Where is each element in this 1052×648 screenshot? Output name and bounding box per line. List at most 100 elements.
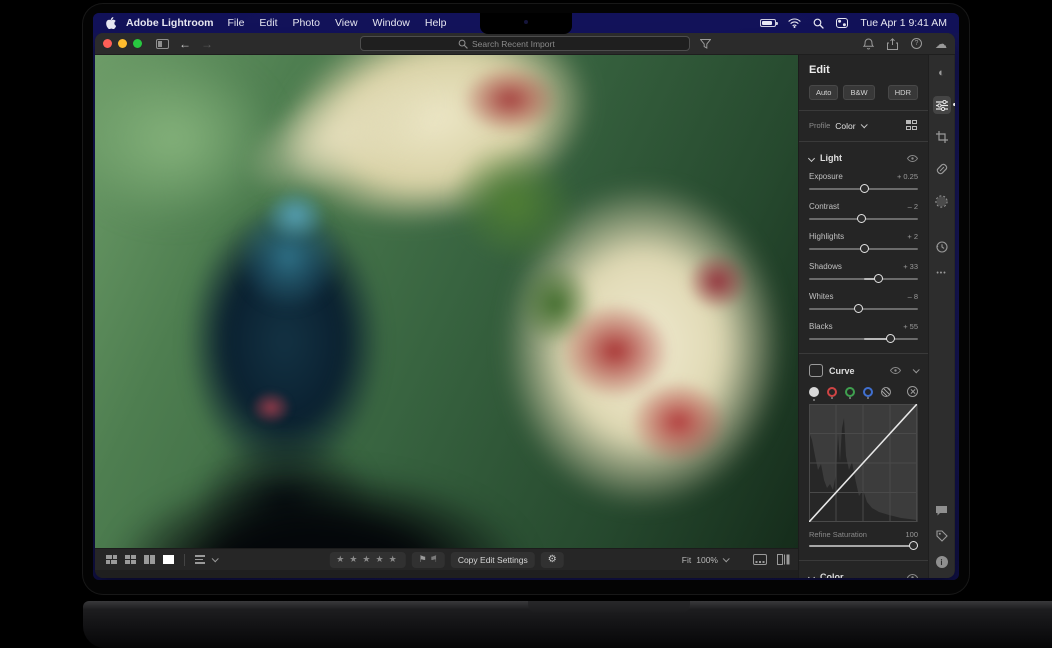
- bw-button[interactable]: B&W: [843, 85, 874, 100]
- view-toggles: [753, 554, 790, 565]
- curve-channel-all[interactable]: [881, 387, 891, 397]
- divider: [799, 141, 928, 142]
- slider-thumb[interactable]: [854, 304, 863, 313]
- filter-icon[interactable]: [700, 39, 711, 49]
- refine-saturation-slider[interactable]: [809, 541, 918, 550]
- wifi-icon[interactable]: [788, 18, 801, 28]
- tone-curve-graph[interactable]: [809, 404, 918, 522]
- curve-channel-blue[interactable]: [863, 387, 873, 397]
- star-rating[interactable]: ★ ★ ★ ★ ★: [329, 552, 405, 568]
- menu-help[interactable]: Help: [425, 17, 447, 29]
- spotlight-search-icon[interactable]: [813, 18, 824, 29]
- color-section-header[interactable]: Color: [809, 572, 918, 578]
- lightroom-window: ← → ? ☁: [95, 33, 955, 578]
- window-titlebar: ← → ? ☁: [95, 33, 955, 55]
- menu-photo[interactable]: Photo: [293, 17, 320, 29]
- curve-reset-icon[interactable]: [907, 386, 918, 397]
- sort-icon[interactable]: [195, 555, 205, 564]
- curve-visibility-eye-icon[interactable]: [890, 367, 901, 374]
- blacks-slider[interactable]: [809, 334, 918, 343]
- pick-flag-icon[interactable]: ⚑: [419, 554, 427, 565]
- back-button[interactable]: ←: [179, 38, 191, 50]
- help-icon[interactable]: ?: [911, 38, 922, 49]
- contrast-slider[interactable]: [809, 214, 918, 223]
- browse-profiles-icon[interactable]: [906, 120, 918, 131]
- auto-button[interactable]: Auto: [809, 85, 838, 100]
- light-section-header[interactable]: Light: [809, 153, 918, 163]
- versions-button[interactable]: [933, 238, 951, 256]
- minimize-window-button[interactable]: [118, 39, 127, 48]
- star-icon[interactable]: ★: [362, 554, 372, 565]
- slider-thumb[interactable]: [909, 541, 918, 550]
- slider-thumb[interactable]: [860, 244, 869, 253]
- hdr-button[interactable]: HDR: [888, 85, 918, 100]
- photo-grid-view-icon[interactable]: [105, 555, 117, 565]
- masking-tool-button[interactable]: [933, 192, 951, 210]
- forward-button[interactable]: →: [201, 38, 213, 50]
- comments-icon[interactable]: [935, 505, 948, 516]
- slider-shadows: Shadows+ 33: [809, 262, 918, 283]
- profile-chevron-icon[interactable]: [860, 121, 867, 128]
- settings-gear-button[interactable]: ⚙: [541, 552, 564, 568]
- main-content: ★ ★ ★ ★ ★ ⚑ ⚑ Copy Edit Sett: [95, 55, 955, 578]
- copy-edit-settings-button[interactable]: Copy Edit Settings: [451, 552, 535, 568]
- zoom-window-button[interactable]: [133, 39, 142, 48]
- battery-icon[interactable]: [760, 19, 776, 27]
- zoom-chevron-icon[interactable]: [723, 555, 730, 562]
- apple-logo-icon[interactable]: [105, 17, 116, 29]
- search-input[interactable]: [472, 39, 592, 49]
- fit-label[interactable]: Fit: [682, 555, 691, 565]
- detail-view-icon[interactable]: [162, 555, 174, 565]
- info-icon[interactable]: i: [936, 556, 948, 568]
- adjust-tool-button[interactable]: ◐: [933, 64, 951, 82]
- slider-thumb[interactable]: [860, 184, 869, 193]
- menu-window[interactable]: Window: [373, 17, 410, 29]
- curve-channel-green[interactable]: [845, 387, 855, 397]
- control-center-icon[interactable]: [836, 18, 848, 28]
- sort-chevron-icon[interactable]: [212, 555, 219, 562]
- zoom-percent[interactable]: 100%: [696, 555, 718, 565]
- whites-slider[interactable]: [809, 304, 918, 313]
- keyword-tag-icon[interactable]: [936, 530, 948, 542]
- shadows-slider[interactable]: [809, 274, 918, 283]
- compare-view-icon[interactable]: [143, 555, 155, 565]
- profile-value[interactable]: Color: [835, 121, 855, 131]
- close-window-button[interactable]: [103, 39, 112, 48]
- refine-saturation-row: Refine Saturation 100: [809, 530, 918, 539]
- reject-flag-icon[interactable]: ⚑: [430, 554, 438, 565]
- curve-histogram: [809, 404, 917, 522]
- healing-tool-button[interactable]: [933, 160, 951, 178]
- menu-edit[interactable]: Edit: [259, 17, 277, 29]
- share-icon[interactable]: [887, 38, 898, 50]
- menu-view[interactable]: View: [335, 17, 358, 29]
- curve-section-header[interactable]: Curve: [809, 364, 918, 377]
- curve-chevron-icon[interactable]: [913, 366, 920, 373]
- curve-channel-red[interactable]: [827, 387, 837, 397]
- photo-flower-red-2: [629, 380, 727, 464]
- highlights-slider[interactable]: [809, 244, 918, 253]
- star-icon[interactable]: ★: [336, 554, 346, 565]
- more-tools-icon[interactable]: •••: [936, 270, 946, 277]
- menu-file[interactable]: File: [228, 17, 245, 29]
- square-grid-view-icon[interactable]: [124, 555, 136, 565]
- slider-thumb[interactable]: [857, 214, 866, 223]
- edit-tool-button[interactable]: [933, 96, 951, 114]
- menubar-clock[interactable]: Tue Apr 1 9:41 AM: [860, 17, 947, 29]
- slider-thumb[interactable]: [874, 274, 883, 283]
- search-field[interactable]: [360, 36, 690, 51]
- star-icon[interactable]: ★: [349, 554, 359, 565]
- crop-tool-button[interactable]: [933, 128, 951, 146]
- sidebar-toggle-icon[interactable]: [156, 39, 169, 49]
- cloud-sync-icon[interactable]: ☁: [935, 38, 947, 50]
- menubar-app-name[interactable]: Adobe Lightroom: [126, 17, 214, 29]
- slider-thumb[interactable]: [886, 334, 895, 343]
- filmstrip-toggle-icon[interactable]: [753, 554, 767, 565]
- notifications-bell-icon[interactable]: [863, 38, 874, 50]
- exposure-slider[interactable]: [809, 184, 918, 193]
- before-after-icon[interactable]: [777, 554, 790, 565]
- curve-channel-luminance[interactable]: [809, 387, 819, 397]
- light-visibility-eye-icon[interactable]: [907, 155, 918, 162]
- star-icon[interactable]: ★: [389, 554, 399, 565]
- star-icon[interactable]: ★: [376, 554, 386, 565]
- color-visibility-eye-icon[interactable]: [907, 574, 918, 579]
